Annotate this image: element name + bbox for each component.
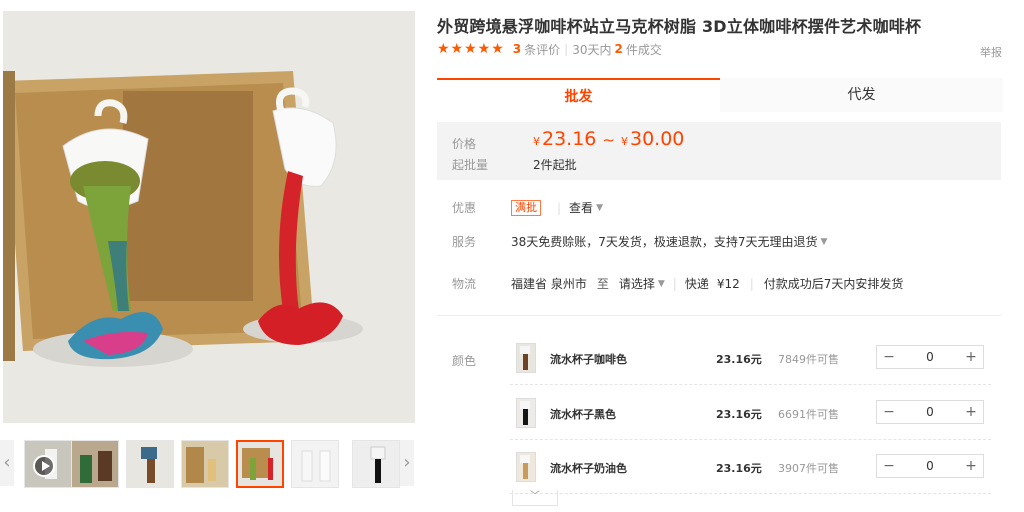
- purchase-mode-tabs: 批发 代发: [437, 78, 1003, 112]
- tab-dropship[interactable]: 代发: [720, 78, 1003, 112]
- min-order-value: 2件起批: [533, 158, 577, 172]
- thumbnail-7[interactable]: [352, 440, 400, 488]
- chevron-down-icon[interactable]: ▼: [821, 237, 828, 247]
- thumbnail-image: [182, 441, 228, 487]
- sku-stock: 3907件可售: [778, 462, 839, 475]
- rating-row: ★★★★★ 3 条评价 | 30天内 2 件成交: [437, 41, 662, 57]
- review-count[interactable]: 3: [513, 42, 521, 56]
- logistics-row: 物流 福建省 泉州市 至 请选择 ▼ | 快递 ¥12 | 付款成功后7天内安排发…: [452, 275, 903, 292]
- thumbnail-3[interactable]: [126, 440, 174, 488]
- currency-symbol: ¥: [620, 135, 628, 148]
- sku-price: 23.16元: [716, 462, 762, 475]
- thumbnail-4[interactable]: [181, 440, 229, 488]
- decrement-button[interactable]: −: [877, 455, 901, 477]
- sku-stock: 7849件可售: [778, 353, 839, 366]
- min-order-label: 起批量: [452, 158, 489, 172]
- sku-stock: 6691件可售: [778, 408, 839, 421]
- express-fee: ¥12: [716, 276, 740, 291]
- destination-select[interactable]: 请选择: [619, 275, 655, 292]
- thumb-prev-arrow-icon[interactable]: ‹: [0, 440, 14, 486]
- quantity-input[interactable]: 0: [901, 401, 959, 423]
- currency-symbol: ¥: [533, 135, 540, 148]
- separator: |: [672, 276, 677, 291]
- ship-note: 付款成功后7天内安排发货: [763, 277, 904, 291]
- quantity-stepper: − 0 +: [876, 345, 984, 369]
- logistics-label: 物流: [452, 277, 477, 291]
- thumbnail-2[interactable]: [71, 440, 119, 488]
- sku-name: 流水杯子奶油色: [550, 462, 627, 475]
- expand-more-chevron-icon[interactable]: ﹀: [512, 490, 558, 506]
- thumbnail-5-selected[interactable]: [236, 440, 284, 488]
- decrement-button[interactable]: −: [877, 346, 901, 368]
- sku-row: 流水杯子奶油色 23.16元 3907件可售 − 0 +: [510, 440, 991, 494]
- product-title: 外贸跨境悬浮咖啡杯站立马克杯树脂 3D立体咖啡杯摆件艺术咖啡杯: [437, 17, 922, 36]
- thumbnail-image: [238, 442, 282, 486]
- thumbnail-video[interactable]: [24, 440, 72, 488]
- sku-name: 流水杯子咖啡色: [550, 353, 627, 366]
- sales-prefix: 30天内: [572, 42, 612, 57]
- price-range: ¥23.16 ~ ¥30.00: [533, 128, 684, 150]
- sku-image: [517, 399, 535, 427]
- price-tilde: ~: [602, 131, 615, 149]
- sku-price: 23.16元: [716, 408, 762, 421]
- play-icon: [33, 455, 55, 477]
- chevron-down-icon[interactable]: ▼: [596, 203, 603, 213]
- separator: |: [564, 42, 569, 56]
- ship-from: 福建省 泉州市: [511, 277, 587, 291]
- promo-view-link[interactable]: 查看: [569, 199, 593, 216]
- ship-to-label: 至: [596, 277, 609, 291]
- thumbnail-strip: ‹ ›: [0, 438, 416, 490]
- separator: |: [557, 200, 562, 215]
- sku-thumbnail[interactable]: [516, 343, 536, 373]
- service-label: 服务: [452, 235, 477, 249]
- star-rating-icon: ★★★★★: [437, 41, 505, 57]
- sales-label: 件成交: [625, 42, 662, 57]
- product-photo: [3, 11, 415, 423]
- express-label: 快递: [684, 277, 709, 291]
- price-low: 23.16: [542, 128, 597, 150]
- promo-label: 优惠: [452, 201, 477, 215]
- increment-button[interactable]: +: [959, 401, 983, 423]
- thumbnail-6[interactable]: [291, 440, 339, 488]
- tab-wholesale[interactable]: 批发: [437, 78, 720, 112]
- thumbnail-image: [127, 441, 173, 487]
- color-label: 颜色: [452, 354, 477, 368]
- quantity-input[interactable]: 0: [901, 455, 959, 477]
- chevron-down-icon[interactable]: ▼: [658, 279, 665, 289]
- separator: |: [749, 276, 754, 291]
- sales-count: 2: [614, 42, 623, 56]
- decrement-button[interactable]: −: [877, 401, 901, 423]
- quantity-stepper: − 0 +: [876, 454, 984, 478]
- thumb-next-arrow-icon[interactable]: ›: [400, 440, 414, 486]
- increment-button[interactable]: +: [959, 346, 983, 368]
- sku-thumbnail[interactable]: [516, 398, 536, 428]
- thumbnail-image: [72, 441, 118, 487]
- price-box: 价格 ¥23.16 ~ ¥30.00 起批量 2件起批: [437, 122, 1001, 180]
- thumbnail-image: [292, 441, 338, 487]
- price-high: 30.00: [629, 128, 685, 150]
- promo-row: 优惠 满批 | 查看 ▼: [452, 199, 603, 216]
- quantity-stepper: − 0 +: [876, 400, 984, 424]
- main-product-image[interactable]: [3, 11, 415, 423]
- sku-price: 23.16元: [716, 353, 762, 366]
- sku-row: 流水杯子咖啡色 23.16元 7849件可售 − 0 +: [510, 331, 991, 385]
- review-label[interactable]: 条评价: [524, 41, 560, 58]
- price-label: 价格: [452, 137, 477, 151]
- sku-name: 流水杯子黑色: [550, 408, 616, 421]
- sku-thumbnail[interactable]: [516, 452, 536, 482]
- sku-image: [517, 453, 535, 481]
- promo-tag: 满批: [511, 199, 541, 216]
- quantity-input[interactable]: 0: [901, 346, 959, 368]
- divider: [437, 315, 1001, 316]
- service-text: 38天免费赊账，7天发货，极速退款，支持7天无理由退货: [511, 235, 818, 249]
- service-row: 服务 38天免费赊账，7天发货，极速退款，支持7天无理由退货 ▼: [452, 233, 827, 250]
- report-link[interactable]: 举报: [980, 44, 1002, 60]
- sku-image: [517, 344, 535, 372]
- increment-button[interactable]: +: [959, 455, 983, 477]
- sku-row: 流水杯子黑色 23.16元 6691件可售 − 0 +: [510, 386, 991, 440]
- thumbnail-image: [353, 441, 399, 487]
